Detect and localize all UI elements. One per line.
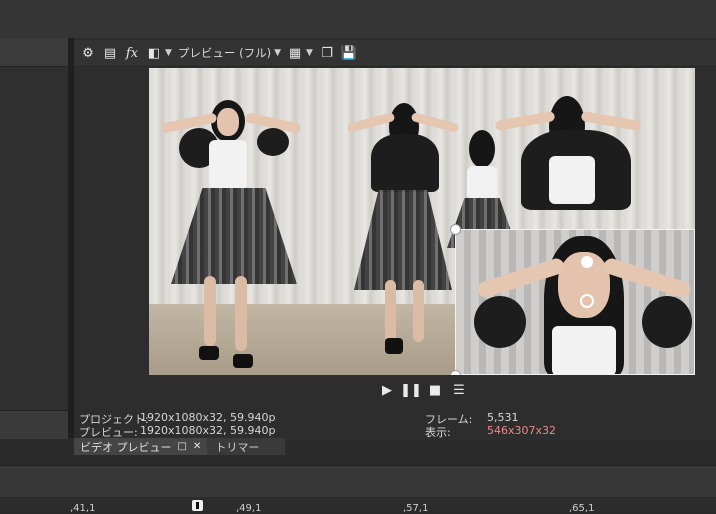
maximize-icon[interactable]: □: [178, 441, 187, 452]
split-screen-icon[interactable]: ◧: [146, 45, 162, 61]
play-icon[interactable]: ▶: [380, 383, 394, 398]
preview-quality-select[interactable]: プレビュー (フル): [178, 45, 271, 61]
timeline-header: [0, 465, 716, 499]
copy-snapshot-icon[interactable]: ❐: [319, 45, 335, 61]
fx-icon[interactable]: fx: [124, 45, 140, 61]
pip-center-handle[interactable]: [580, 294, 594, 308]
dancer-1-leg: [235, 276, 247, 351]
transport-controls: ▶ ❚❚ ■ ☰: [380, 380, 466, 400]
gear-icon[interactable]: ⚙: [80, 45, 96, 61]
panel-tab-bar: ビデオ プレビュー □ ✕ トリマー: [74, 438, 285, 455]
ruler-tick: ,49,1: [236, 503, 262, 514]
stop-icon[interactable]: ■: [428, 383, 442, 398]
pip-corner-handle[interactable]: [450, 370, 461, 375]
dancer-1-top: [209, 140, 247, 190]
dancer-3-head: [469, 130, 495, 168]
pip-top: [552, 326, 616, 374]
grid-dropdown-icon[interactable]: ▼: [306, 48, 313, 58]
picture-in-picture-overlay[interactable]: [455, 229, 695, 375]
preview-toolbar: ⚙ ▤ fx ◧ ▼ プレビュー (フル) ▼ ▦ ▼ ❐ 💾: [74, 40, 716, 67]
pip-anchor-handle[interactable]: [581, 256, 593, 268]
dancer-2-shoe: [385, 338, 403, 354]
tab-video-preview[interactable]: ビデオ プレビュー □ ✕: [74, 438, 208, 455]
menu-icon[interactable]: ☰: [452, 383, 466, 398]
dancer-1-shoe: [233, 354, 253, 368]
close-icon[interactable]: ✕: [193, 441, 201, 452]
grid-icon[interactable]: ▦: [287, 45, 303, 61]
save-snapshot-icon[interactable]: 💾: [341, 45, 357, 61]
left-panel-header: [0, 38, 68, 67]
preview-info-value: 1920x1080x32, 59.940p: [140, 424, 276, 437]
left-panel: [0, 38, 68, 439]
top-strip: [0, 0, 716, 39]
divider-strip: [0, 457, 716, 465]
dancer-2-body: [371, 134, 439, 192]
timeline-ruler[interactable]: [0, 497, 716, 511]
project-info-value: 1920x1080x32, 59.940p: [140, 411, 276, 424]
tab-trimmer[interactable]: トリマー: [207, 439, 267, 455]
pause-icon[interactable]: ❚❚: [400, 383, 422, 398]
properties-icon[interactable]: ▤: [102, 45, 118, 61]
ruler-tick: ,65,1: [569, 503, 595, 514]
tab-video-preview-label: ビデオ プレビュー: [80, 440, 172, 454]
dancer-1-leg: [204, 276, 216, 346]
ruler-tick: ,41,1: [70, 503, 96, 514]
split-screen-dropdown-icon[interactable]: ▼: [165, 48, 172, 58]
pip-sleeve: [642, 296, 692, 348]
display-label: 表示:: [425, 426, 451, 439]
frame-value: 5,531: [487, 411, 519, 424]
ruler-tick: ,57,1: [403, 503, 429, 514]
playhead-marker[interactable]: [192, 500, 203, 511]
preview-quality-dropdown-icon[interactable]: ▼: [274, 48, 281, 58]
dancer-1-shoe: [199, 346, 219, 360]
dancer-2-leg: [385, 280, 396, 342]
dancer-1-face: [217, 108, 239, 136]
left-panel-footer: [0, 410, 68, 439]
dancer-2-leg: [413, 280, 424, 342]
display-value: 546x307x32: [487, 424, 557, 437]
dancer-4-top: [549, 156, 595, 204]
video-frame[interactable]: [149, 68, 695, 375]
dancer-3-top: [467, 166, 497, 200]
pip-corner-handle[interactable]: [450, 224, 461, 235]
dancer-1-sleeve: [257, 128, 289, 156]
pip-sleeve: [474, 296, 526, 348]
